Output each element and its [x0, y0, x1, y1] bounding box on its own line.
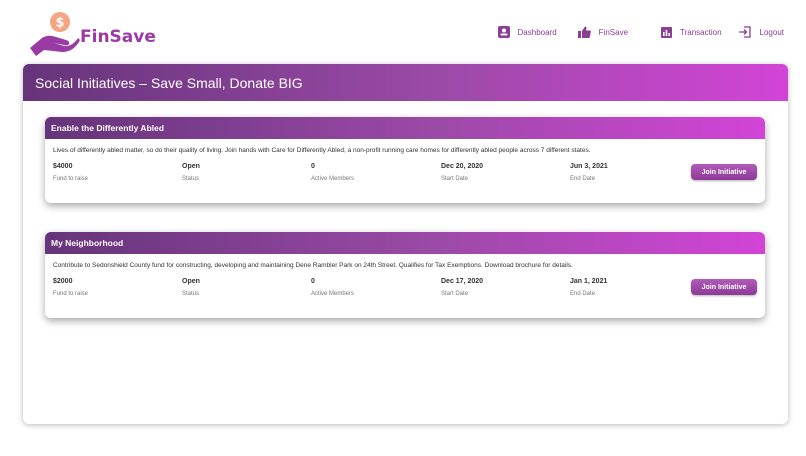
status-stat: Open Status [182, 163, 200, 182]
initiative-description: Contribute to Sedonshield County fund fo… [53, 262, 573, 269]
status-stat: Open Status [182, 278, 200, 297]
start-date-value: Dec 20, 2020 [441, 163, 484, 170]
fund-value: $4000 [53, 163, 73, 170]
members-stat: 0 Active Members [311, 163, 354, 182]
logout-icon [738, 24, 754, 40]
start-date-value: Dec 17, 2020 [441, 278, 484, 285]
brand-logo[interactable]: $ FinSave [28, 10, 156, 58]
join-initiative-button[interactable]: Join Initiative [691, 164, 757, 180]
fund-stat: $2000 Fund to raise [53, 278, 88, 297]
dashboard-icon [496, 24, 512, 40]
initiative-header: My Neighborhood [45, 232, 765, 254]
initiative-card: My Neighborhood Contribute to Sedonshiel… [45, 232, 765, 318]
end-date-label: End Date [570, 176, 596, 182]
nav-dashboard[interactable]: Dashboard [496, 24, 557, 40]
initiative-stats: $4000 Fund to raise Open Status 0 Active… [53, 163, 757, 193]
fund-label: Fund to raise [53, 176, 89, 182]
nav-logout[interactable]: Logout [738, 24, 784, 40]
start-date-stat: Dec 17, 2020 Start Date [441, 278, 483, 297]
status-value: Open [182, 278, 200, 285]
page-title: Social Initiatives – Save Small, Donate … [35, 74, 303, 91]
initiative-stats: $2000 Fund to raise Open Status 0 Active… [53, 278, 757, 308]
initiative-description: Lives of differently abled matter, so do… [53, 147, 591, 154]
nav-label: Transaction [680, 27, 722, 37]
end-date-label: End Date [570, 291, 596, 297]
hand-coin-icon: $ [28, 10, 80, 58]
members-label: Active Members [311, 291, 355, 297]
members-value: 0 [311, 278, 315, 285]
nav-finsave[interactable]: FinSave [577, 24, 628, 40]
initiative-header: Enable the Differently Abled [45, 117, 765, 139]
status-label: Status [182, 176, 200, 182]
initiative-body: Lives of differently abled matter, so do… [45, 139, 765, 203]
initiative-body: Contribute to Sedonshield County fund fo… [45, 254, 765, 318]
top-bar: $ FinSave Dashboard FinSave Transaction [0, 0, 806, 62]
start-date-label: Start Date [441, 176, 469, 182]
initiative-card: Enable the Differently Abled Lives of di… [45, 117, 765, 203]
members-stat: 0 Active Members [311, 278, 354, 297]
status-value: Open [182, 163, 200, 170]
start-date-stat: Dec 20, 2020 Start Date [441, 163, 483, 182]
end-date-value: Jan 1, 2021 [570, 278, 608, 285]
members-value: 0 [311, 163, 315, 170]
fund-stat: $4000 Fund to raise [53, 163, 88, 182]
nav-label: Dashboard [517, 27, 557, 37]
panel-header: Social Initiatives – Save Small, Donate … [23, 64, 788, 101]
initiative-title: Enable the Differently Abled [51, 123, 165, 133]
end-date-stat: Jun 3, 2021 End Date [570, 163, 608, 182]
social-initiatives-panel: Social Initiatives – Save Small, Donate … [23, 64, 788, 424]
fund-label: Fund to raise [53, 291, 89, 297]
initiative-title: My Neighborhood [51, 238, 124, 248]
members-label: Active Members [311, 176, 355, 182]
join-initiative-button[interactable]: Join Initiative [691, 279, 757, 295]
status-label: Status [182, 291, 200, 297]
end-date-value: Jun 3, 2021 [570, 163, 608, 170]
svg-text:$: $ [55, 16, 64, 31]
nav-label: Logout [759, 27, 784, 37]
thumbs-up-icon [577, 24, 593, 40]
nav-transaction[interactable]: Transaction [658, 24, 722, 40]
nav-label: FinSave [598, 27, 629, 37]
brand-name: FinSave [80, 27, 156, 47]
top-nav: Dashboard FinSave Transaction Logout [476, 24, 784, 40]
end-date-stat: Jan 1, 2021 End Date [570, 278, 607, 297]
bar-chart-icon [658, 24, 674, 40]
fund-value: $2000 [53, 278, 73, 285]
start-date-label: Start Date [441, 291, 469, 297]
